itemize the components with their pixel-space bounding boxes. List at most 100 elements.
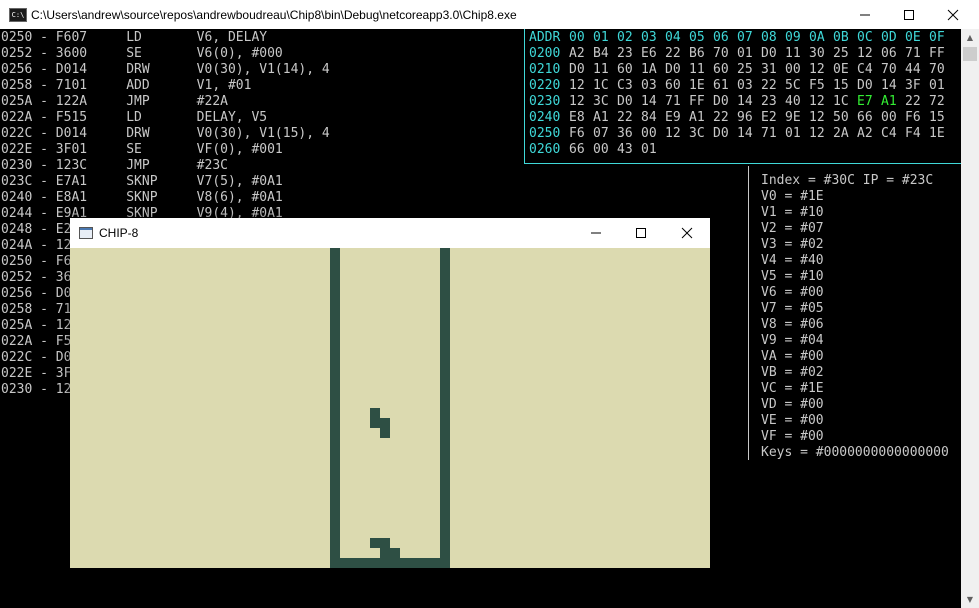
v-register: V4 = #40 (761, 253, 824, 268)
memory-byte: D0 (857, 78, 873, 93)
memory-byte: 1C (833, 94, 849, 109)
memory-column-header: 0B (833, 30, 849, 45)
memory-byte: 00 (881, 110, 897, 125)
chip8-close-button[interactable] (664, 218, 710, 248)
memory-row-address: 0240 (529, 110, 561, 125)
memory-row-address: 0230 (529, 94, 561, 109)
chip8-window-icon (79, 227, 93, 239)
memory-byte: F6 (905, 110, 921, 125)
minimize-icon (591, 232, 601, 234)
memory-column-header: 0A (809, 30, 825, 45)
scroll-down-arrow-icon[interactable]: ▼ (961, 591, 979, 608)
memory-byte: 15 (929, 110, 945, 125)
minimize-button[interactable] (842, 0, 888, 29)
chip8-window[interactable]: CHIP-8 (70, 218, 710, 568)
disassembly-line: 025A - 122A JMP #22A (1, 94, 228, 109)
falling-piece-block (380, 418, 390, 438)
disassembly-line: 0252 - 3600 SE V6(0), #000 (1, 46, 283, 61)
memory-byte: 71 (905, 46, 921, 61)
chip8-window-title: CHIP-8 (99, 226, 139, 240)
disassembly-line: 0230 - 123C JMP #23C (1, 158, 228, 173)
memory-byte: E9 (665, 110, 681, 125)
memory-byte: 70 (929, 62, 945, 77)
v-register: V1 = #10 (761, 205, 824, 220)
memory-byte: 00 (593, 142, 609, 157)
disassembly-line: 023C - E7A1 SKNP V7(5), #0A1 (1, 174, 283, 189)
memory-byte: 70 (713, 46, 729, 61)
console-scrollbar[interactable]: ▲ ▼ (961, 29, 979, 608)
memory-addr-header: ADDR (529, 30, 561, 45)
memory-byte: 84 (641, 110, 657, 125)
v-register: VD = #00 (761, 397, 824, 412)
memory-byte: 23 (617, 46, 633, 61)
disassembly-line: 022C - D014 DRW V0(30), V1(15), 4 (1, 126, 330, 141)
v-register: V3 = #02 (761, 237, 824, 252)
memory-byte: C3 (617, 78, 633, 93)
memory-byte: 14 (641, 94, 657, 109)
memory-column-header: 0F (929, 30, 945, 45)
keys-register: Keys = #0000000000000000 (761, 445, 949, 460)
memory-byte: 12 (569, 94, 585, 109)
chip8-title-bar[interactable]: CHIP-8 (70, 218, 710, 248)
memory-byte: D0 (713, 126, 729, 141)
memory-byte: FF (689, 94, 705, 109)
memory-byte: 3F (905, 78, 921, 93)
memory-byte: E2 (761, 110, 777, 125)
memory-byte: D0 (617, 94, 633, 109)
memory-row-address: 0260 (529, 142, 561, 157)
memory-column-header: 03 (641, 30, 657, 45)
maximize-icon (636, 228, 646, 238)
memory-byte: 14 (737, 126, 753, 141)
memory-byte: 30 (809, 46, 825, 61)
falling-piece-block (370, 408, 380, 428)
memory-byte: FF (929, 46, 945, 61)
memory-byte: E8 (569, 110, 585, 125)
memory-byte: 5C (785, 78, 801, 93)
memory-byte: 00 (785, 62, 801, 77)
memory-column-header: 01 (593, 30, 609, 45)
close-button[interactable] (930, 0, 976, 29)
memory-byte: C4 (857, 62, 873, 77)
chip8-minimize-button[interactable] (573, 218, 619, 248)
memory-byte: 14 (881, 78, 897, 93)
memory-byte: D0 (713, 94, 729, 109)
memory-byte: 22 (617, 110, 633, 125)
maximize-button[interactable] (886, 0, 932, 29)
memory-byte: 12 (809, 110, 825, 125)
v-register: V5 = #10 (761, 269, 824, 284)
landed-block (370, 538, 390, 548)
memory-byte: 96 (737, 110, 753, 125)
memory-byte: 50 (833, 110, 849, 125)
v-register: V8 = #06 (761, 317, 824, 332)
scrollbar-thumb[interactable] (963, 47, 977, 61)
memory-byte: 25 (833, 46, 849, 61)
disassembly-line: 0240 - E8A1 SKNP V8(6), #0A1 (1, 190, 283, 205)
memory-byte: 3C (689, 126, 705, 141)
memory-column-header: 04 (665, 30, 681, 45)
memory-byte: 22 (713, 110, 729, 125)
memory-byte: 12 (809, 94, 825, 109)
chip8-maximize-button[interactable] (618, 218, 664, 248)
memory-byte: 01 (929, 78, 945, 93)
memory-byte: 22 (905, 94, 921, 109)
v-register: V0 = #1E (761, 189, 824, 204)
memory-row-address: 0210 (529, 62, 561, 77)
v-register: VE = #00 (761, 413, 824, 428)
memory-byte: 11 (689, 62, 705, 77)
memory-column-header: 05 (689, 30, 705, 45)
disassembly-line: 0258 - 7101 ADD V1, #01 (1, 78, 252, 93)
memory-byte: 61 (713, 78, 729, 93)
memory-byte: 15 (833, 78, 849, 93)
memory-byte: D0 (665, 62, 681, 77)
memory-column-header: 0C (857, 30, 873, 45)
memory-byte: 22 (761, 78, 777, 93)
memory-byte: 66 (569, 142, 585, 157)
v-register: VA = #00 (761, 349, 824, 364)
scroll-up-arrow-icon[interactable]: ▲ (961, 29, 979, 46)
landed-block (380, 548, 400, 558)
v-register: V9 = #04 (761, 333, 824, 348)
v-register: VF = #00 (761, 429, 824, 444)
console-title-bar[interactable]: C:\ C:\Users\andrew\source\repos\andrewb… (0, 0, 979, 29)
memory-byte: 1E (689, 78, 705, 93)
memory-byte: 71 (665, 94, 681, 109)
